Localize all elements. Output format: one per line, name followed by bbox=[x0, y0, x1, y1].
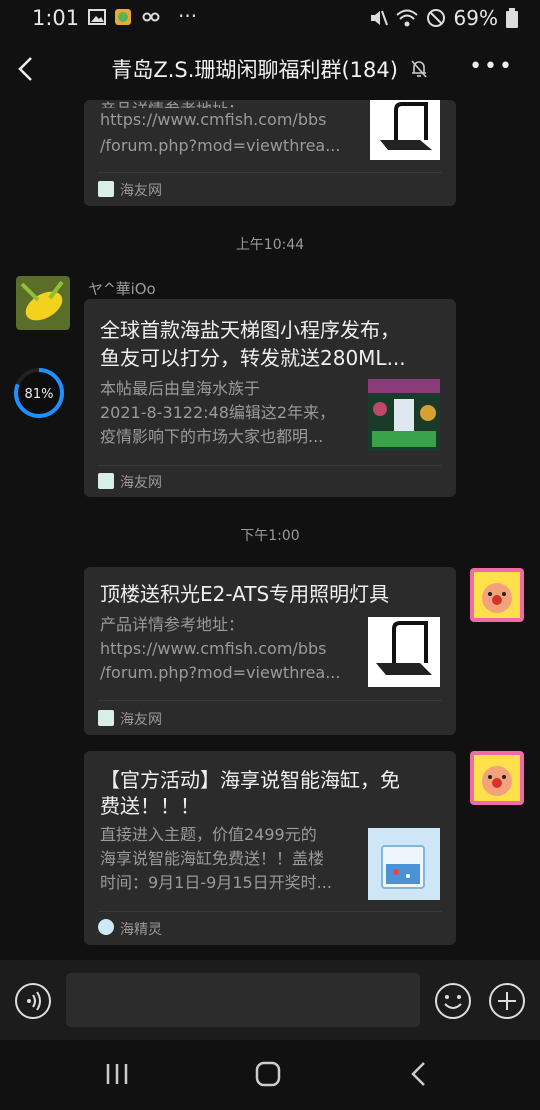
card-desc-line: https://www.cmfish.com/bbs bbox=[100, 639, 327, 658]
status-right: 69% bbox=[368, 6, 518, 30]
card-desc-line: 疫情影响下的市场大家也都明... bbox=[100, 427, 324, 446]
page-title: 青岛Z.S.珊瑚闲聊福利群(184) bbox=[0, 54, 540, 84]
card-source: 海友网 bbox=[120, 475, 162, 491]
card-desc-line: /forum.php?mod=viewthrea... bbox=[100, 663, 341, 682]
card-title: 费送！！！ bbox=[100, 794, 200, 818]
card-desc-line: https://www.cmfish.com/bbs bbox=[100, 110, 327, 129]
card-title-partial: 产品详情参考地址： bbox=[100, 98, 350, 108]
link-card[interactable]: 【官方活动】海享说智能海缸，免 费送！！！ 直接进入主题，价值2499元的 海享… bbox=[84, 751, 456, 945]
card-source: 海友网 bbox=[120, 183, 162, 199]
card-desc-line: 2021-8-3122:48编辑这2年来， bbox=[100, 403, 336, 422]
card-source: 海友网 bbox=[120, 712, 162, 728]
card-desc-line: 直接进入主题，价值2499元的 bbox=[100, 825, 317, 844]
wifi-icon bbox=[395, 9, 418, 27]
progress-ring: 81% bbox=[14, 368, 64, 418]
card-desc-line: 本帖最后由皇海水族于 bbox=[100, 379, 261, 398]
timestamp: 下午1:00 bbox=[240, 528, 300, 544]
more-notifications-icon: ··· bbox=[178, 4, 198, 28]
app-icon bbox=[115, 9, 131, 25]
card-desc-line: 产品详情参考地址： bbox=[100, 615, 245, 634]
battery-icon bbox=[506, 8, 518, 28]
recent-apps-icon[interactable] bbox=[104, 1062, 130, 1086]
status-bar: 1:01 ··· 69% bbox=[0, 0, 540, 38]
battery-percent: 69% bbox=[453, 6, 498, 30]
input-bar bbox=[0, 960, 540, 1040]
product-thumbnail bbox=[370, 100, 440, 160]
card-desc-line: 海享说智能海缸免费送！！盖楼 bbox=[100, 849, 325, 868]
product-thumbnail bbox=[368, 617, 440, 687]
home-icon[interactable] bbox=[255, 1061, 281, 1087]
system-nav-bar bbox=[0, 1040, 540, 1110]
emoji-icon[interactable] bbox=[434, 982, 472, 1020]
article-thumbnail bbox=[368, 379, 440, 451]
dnd-icon bbox=[426, 9, 445, 27]
card-desc-line: /forum.php?mod=viewthrea... bbox=[100, 136, 341, 155]
status-time: 1:01 bbox=[32, 6, 80, 30]
source-logo-icon bbox=[98, 473, 114, 489]
progress-label: 81% bbox=[25, 387, 54, 402]
self-avatar[interactable] bbox=[470, 751, 524, 805]
source-logo-icon bbox=[98, 181, 114, 197]
timestamp: 上午10:44 bbox=[235, 237, 305, 253]
card-title: 顶楼送积光E2-ATS专用照明灯具 bbox=[100, 582, 390, 606]
sender-name: ヤ^華iOo bbox=[88, 280, 156, 298]
card-desc-line: 时间：9月1日-9月15日开奖时... bbox=[100, 873, 332, 892]
card-source: 海精灵 bbox=[120, 922, 162, 938]
message-input[interactable] bbox=[66, 973, 420, 1027]
card-title: 全球首款海盐天梯图小程序发布， bbox=[100, 318, 400, 342]
card-divider bbox=[98, 465, 442, 466]
voicemail-icon bbox=[142, 12, 160, 22]
more-options-icon[interactable]: ••• bbox=[469, 54, 514, 79]
self-avatar[interactable] bbox=[470, 568, 524, 622]
add-icon[interactable] bbox=[488, 982, 526, 1020]
source-logo-icon bbox=[98, 919, 114, 935]
card-divider bbox=[98, 700, 442, 701]
link-card[interactable]: 全球首款海盐天梯图小程序发布， 鱼友可以打分，转发就送280ML... 本帖最后… bbox=[84, 299, 456, 497]
mute-bell-icon bbox=[411, 60, 427, 78]
chat-header: 青岛Z.S.珊瑚闲聊福利群(184) ••• bbox=[0, 38, 540, 100]
gallery-icon bbox=[88, 9, 106, 25]
source-logo-icon bbox=[98, 710, 114, 726]
avatar[interactable] bbox=[16, 276, 70, 330]
mute-icon bbox=[370, 10, 388, 26]
card-divider bbox=[98, 911, 442, 912]
back-nav-icon[interactable] bbox=[408, 1061, 430, 1087]
product-thumbnail bbox=[368, 828, 440, 900]
link-card[interactable]: 顶楼送积光E2-ATS专用照明灯具 产品详情参考地址： https://www.… bbox=[84, 567, 456, 735]
card-title: 鱼友可以打分，转发就送280ML... bbox=[100, 346, 406, 370]
card-divider bbox=[98, 172, 442, 173]
link-card[interactable]: 产品详情参考地址： https://www.cmfish.com/bbs /fo… bbox=[84, 100, 456, 206]
voice-input-icon[interactable] bbox=[14, 982, 52, 1020]
